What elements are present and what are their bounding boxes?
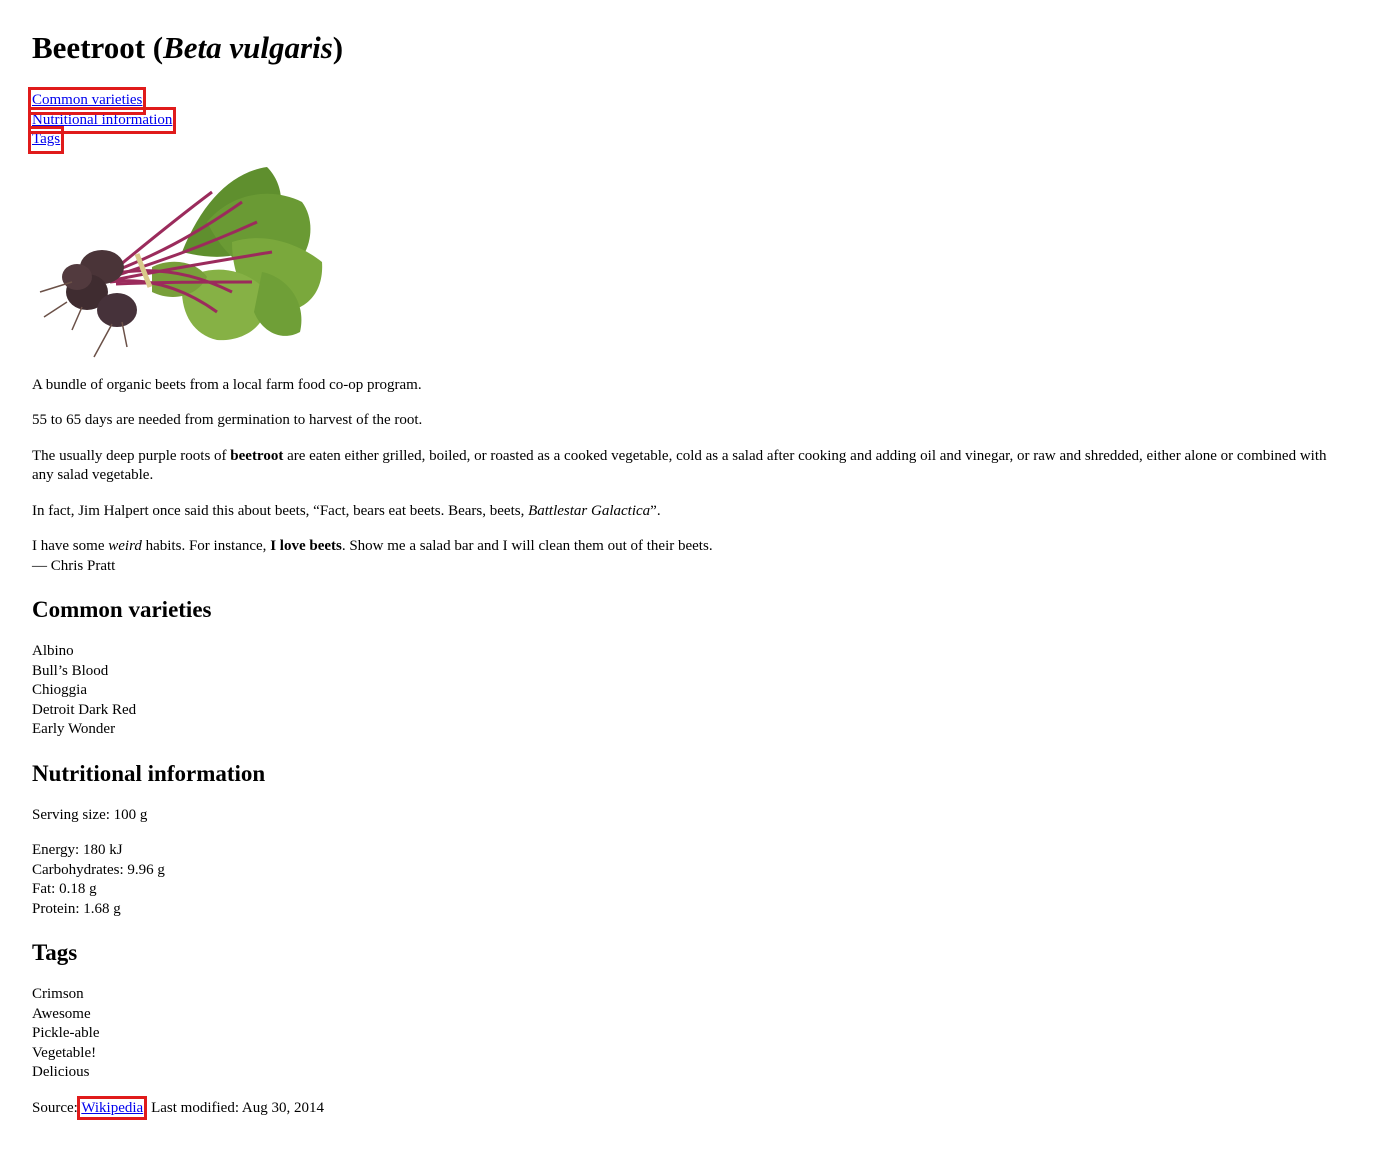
toc-link-nutritional-information[interactable]: Nutritional information bbox=[27, 106, 177, 134]
title-common: Beetroot bbox=[32, 30, 146, 65]
heading-tags: Tags bbox=[32, 940, 78, 965]
heading-common-varieties: Common varieties bbox=[32, 597, 212, 622]
pratt-text-start: I have some bbox=[32, 538, 109, 554]
usage-bold-term: beetroot bbox=[230, 447, 284, 464]
nutrition-list: Energy: 180 kJ Carbohydrates: 9.96 g Fat… bbox=[32, 841, 1332, 919]
list-item: Delicious bbox=[32, 1064, 90, 1080]
list-item: Crimson bbox=[32, 986, 84, 1002]
page: Beetroot (Beta vulgaris) Common varietie… bbox=[27, 0, 1332, 1120]
beet-roots bbox=[39, 249, 137, 357]
table-of-contents: Common varieties Nutritional information… bbox=[27, 87, 1332, 154]
last-modified: ; Last modified: Aug 30, 2014 bbox=[143, 1099, 325, 1116]
halpert-quote: In fact, Jim Halpert once said this abou… bbox=[32, 502, 1332, 522]
pratt-italic-word: weird bbox=[108, 538, 142, 554]
tags-list: Crimson Awesome Pickle-able Vegetable! D… bbox=[32, 985, 1332, 1083]
title-close-paren: ) bbox=[332, 30, 344, 65]
toc-link-tags[interactable]: Tags bbox=[27, 126, 65, 154]
beetroot-bundle-image bbox=[39, 166, 323, 357]
halpert-text-end: ”. bbox=[650, 502, 661, 519]
toc-link-common-varieties[interactable]: Common varieties bbox=[27, 87, 147, 115]
list-item: Carbohydrates: 9.96 g bbox=[32, 861, 165, 878]
pratt-quote: I have some weird habits. For instance, … bbox=[32, 537, 1332, 576]
heading-nutritional-information: Nutritional information bbox=[32, 760, 266, 786]
list-item: Chioggia bbox=[32, 682, 87, 698]
source-footer: Source: Wikipedia; Last modified: Aug 30… bbox=[32, 1095, 1332, 1120]
varieties-list: Albino Bull’s Blood Chioggia Detroit Dar… bbox=[32, 642, 1332, 740]
list-item: Detroit Dark Red bbox=[32, 701, 137, 718]
list-item: Awesome bbox=[32, 1005, 91, 1022]
usage-text-start: The usually deep purple roots of bbox=[32, 447, 231, 464]
source-label: Source: bbox=[32, 1099, 82, 1116]
pratt-bold-phrase: I love beets bbox=[270, 538, 342, 554]
list-item: Energy: 180 kJ bbox=[32, 842, 123, 858]
list-item: Early Wonder bbox=[32, 721, 116, 737]
halpert-text-start: In fact, Jim Halpert once said this abou… bbox=[32, 502, 529, 519]
list-item: Pickle-able bbox=[32, 1025, 100, 1041]
wikipedia-link[interactable]: Wikipedia bbox=[77, 1095, 148, 1120]
image-caption: A bundle of organic beets from a local f… bbox=[32, 376, 422, 393]
halpert-italic-title: Battlestar Galactica bbox=[528, 502, 651, 519]
title-scientific-name: Beta vulgaris bbox=[163, 30, 333, 65]
list-item: Bull’s Blood bbox=[32, 662, 109, 679]
list-item: Fat: 0.18 g bbox=[32, 881, 97, 897]
pratt-text-mid: habits. For instance, bbox=[141, 538, 271, 554]
serving-size: Serving size: 100 g bbox=[32, 806, 148, 823]
title-open-paren: ( bbox=[145, 30, 164, 65]
list-item: Vegetable! bbox=[32, 1044, 97, 1061]
pratt-text-end: . Show me a salad bar and I will clean t… bbox=[341, 538, 713, 554]
page-title: Beetroot (Beta vulgaris) bbox=[32, 30, 1332, 66]
germination-text: 55 to 65 days are needed from germinatio… bbox=[32, 412, 423, 428]
list-item: Protein: 1.68 g bbox=[32, 900, 121, 917]
usage-paragraph: The usually deep purple roots of beetroo… bbox=[32, 447, 1332, 486]
quote-author: — Chris Pratt bbox=[32, 557, 116, 574]
list-item: Albino bbox=[32, 643, 74, 659]
